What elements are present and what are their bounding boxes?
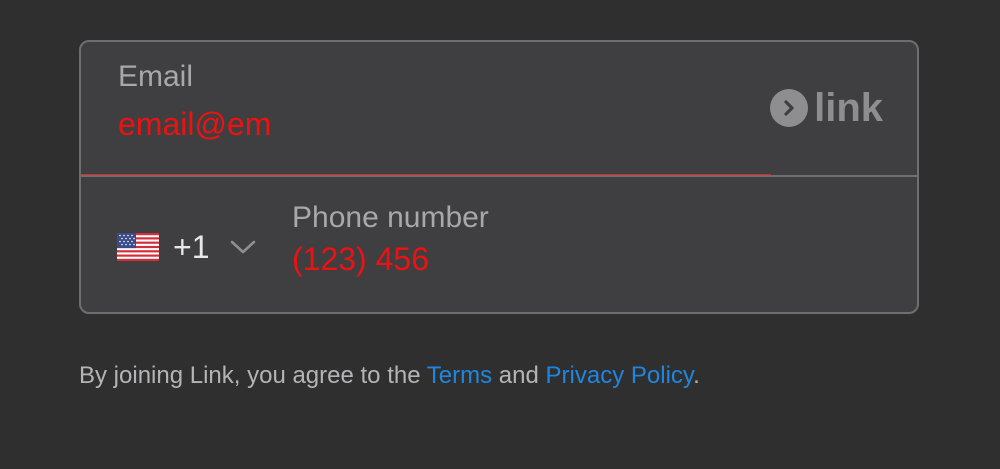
dial-code: +1 [173,229,210,265]
terms-middle: and [492,362,546,389]
privacy-policy-link[interactable]: Privacy Policy [546,362,694,389]
email-field[interactable]: Email link [81,42,917,177]
phone-label: Phone number [292,201,489,234]
terms-link[interactable]: Terms [427,362,492,389]
terms-suffix: . [693,362,700,389]
phone-input[interactable] [292,241,872,277]
country-code-select[interactable]: +1 [117,227,257,267]
link-badge: link [770,88,883,128]
link-logo-text: link [814,86,883,130]
chevron-circle-icon [770,89,809,127]
email-input[interactable] [118,106,738,142]
email-label: Email [118,60,194,93]
terms-prefix: By joining Link, you agree to the [79,362,427,389]
terms-notice: By joining Link, you agree to the Terms … [79,360,700,392]
us-flag-icon [117,233,159,261]
signup-card: Email link [79,40,919,314]
phone-field[interactable]: +1 Phone number [81,177,917,312]
chevron-down-icon [231,240,256,254]
